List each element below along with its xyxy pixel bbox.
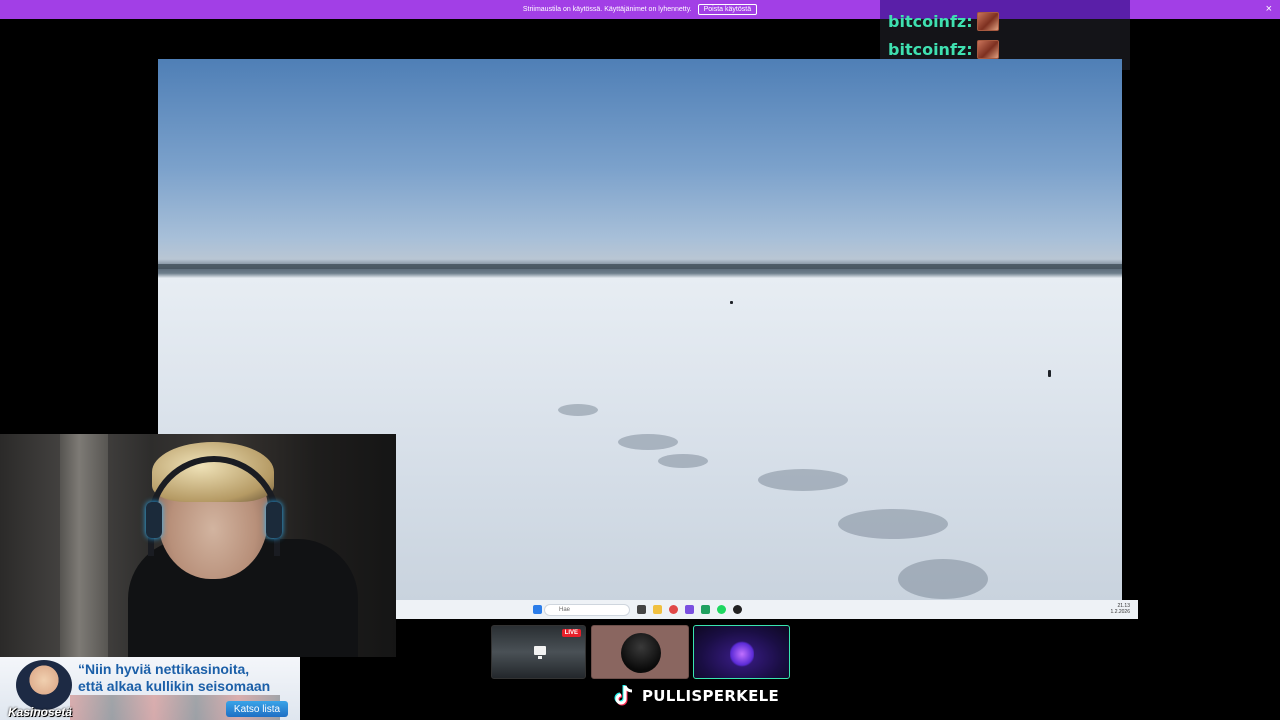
horizon-treeline <box>158 264 1122 269</box>
store-icon[interactable] <box>701 605 710 614</box>
chat-message: bitcoinfz: <box>888 12 999 31</box>
start-icon[interactable] <box>533 605 542 614</box>
snow-mound <box>898 559 988 599</box>
snow-mound <box>838 509 948 539</box>
ad-quote-line: “Niin hyviä nettikasinoita, <box>78 661 250 677</box>
browser-icon[interactable] <box>669 605 678 614</box>
banner-text: Striimaustila on käytössä. Käyttäjänimet… <box>522 6 692 13</box>
background-door <box>60 434 108 657</box>
tiktok-handle: PULLISPERKELE <box>610 683 779 709</box>
clock-date: 1.2.2026 <box>1110 609 1130 615</box>
chat-username[interactable]: bitcoinfz: <box>888 40 973 59</box>
distant-person <box>1048 370 1051 377</box>
taskbar-clock[interactable]: 21.13 1.2.2026 <box>1111 603 1130 615</box>
headset-earcup <box>146 502 162 538</box>
taskview-icon[interactable] <box>637 605 646 614</box>
stream-thumbnail-avatar[interactable] <box>591 625 689 679</box>
stream-thumbnail-screen[interactable]: LIVE <box>491 625 586 679</box>
close-icon[interactable]: × <box>1266 3 1272 15</box>
stream-frame: Striimaustila on käytössä. Käyttäjänimet… <box>0 0 1280 720</box>
spotify-icon[interactable] <box>717 605 726 614</box>
snow-mound <box>558 404 598 416</box>
ad-brand-logo: Kasinosetä <box>8 705 73 719</box>
tiktok-icon <box>610 683 636 709</box>
snow-mound <box>658 454 708 468</box>
snow-mound <box>758 469 848 491</box>
taskbar-search-input[interactable]: Hae <box>544 604 630 616</box>
live-badge: LIVE <box>561 629 581 637</box>
headset-earcup <box>266 502 282 538</box>
media-icon[interactable] <box>733 605 742 614</box>
webcam-feed <box>0 434 396 657</box>
emote-icon <box>976 40 999 59</box>
glowing-figure-icon <box>730 640 754 668</box>
snow-mound <box>618 434 678 450</box>
ad-cta-button[interactable]: Katso lista <box>226 701 288 717</box>
chat-username[interactable]: bitcoinfz: <box>888 12 973 31</box>
monitor-stand-icon <box>538 656 542 659</box>
explorer-icon[interactable] <box>653 605 662 614</box>
emote-icon <box>976 12 999 31</box>
chrome-icon[interactable] <box>685 605 694 614</box>
mascot-avatar <box>16 660 72 710</box>
avatar <box>621 633 661 673</box>
ad-quote: “Niin hyviä nettikasinoita, että alkaa k… <box>78 661 298 695</box>
disable-streamer-mode-button[interactable]: Poista käytöstä <box>697 4 758 15</box>
windows-taskbar: Hae 21.13 1.2.2026 <box>396 600 1138 619</box>
distant-object <box>730 301 733 304</box>
ad-quote-line: että alkaa kullikin seisomaan <box>78 678 271 694</box>
sponsor-ad[interactable]: “Niin hyviä nettikasinoita, että alkaa k… <box>0 657 300 720</box>
stream-thumbnail-glow[interactable] <box>693 625 790 679</box>
chat-message: bitcoinfz: <box>888 40 999 59</box>
tiktok-username: PULLISPERKELE <box>642 687 780 705</box>
monitor-icon <box>534 646 546 655</box>
